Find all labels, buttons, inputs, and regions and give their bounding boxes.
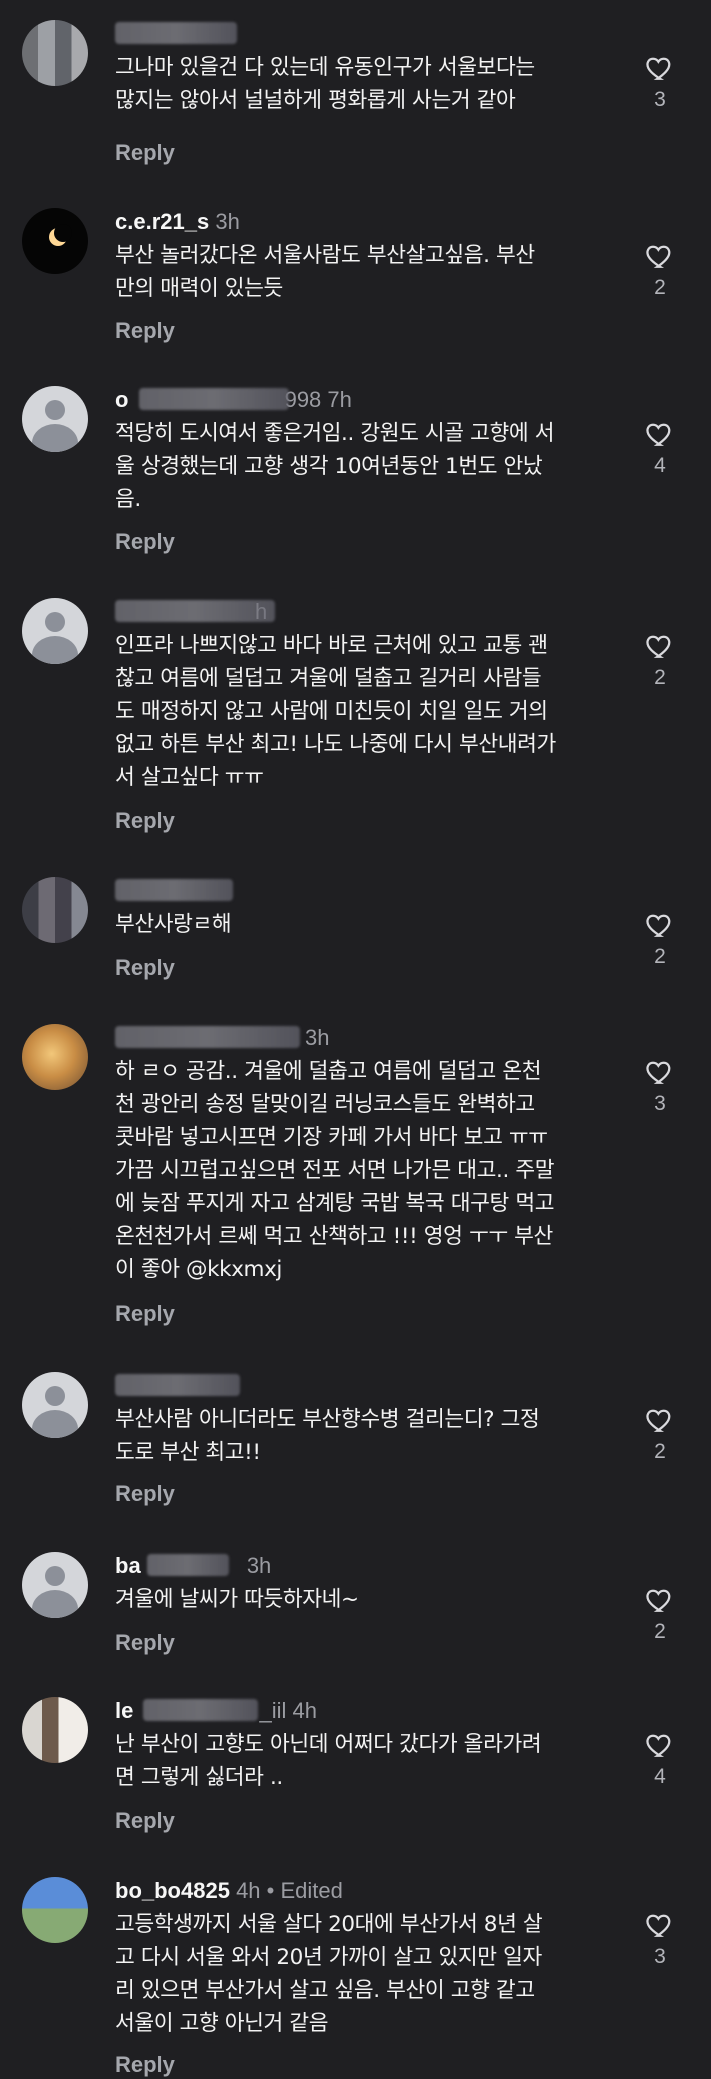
comment-time: 3h: [305, 1025, 330, 1050]
like-count: 3: [654, 88, 666, 111]
avatar[interactable]: [22, 1372, 88, 1438]
comment-time: 3h: [215, 209, 240, 234]
avatar[interactable]: [22, 598, 88, 664]
like-button[interactable]: 2: [640, 631, 680, 690]
like-count: 3: [654, 1945, 666, 1968]
comment-meta: o 998 7h: [115, 386, 352, 414]
comment-time: 998 7h: [284, 387, 352, 412]
reply-button[interactable]: Reply: [115, 317, 175, 345]
moon-icon-cutout: [54, 224, 72, 242]
reply-button[interactable]: Reply: [115, 2051, 175, 2079]
avatar[interactable]: [22, 386, 88, 452]
comment-separator: •: [266, 1878, 275, 1903]
username[interactable]: o: [115, 387, 128, 412]
person-shoulders-icon: [32, 636, 78, 664]
heart-outline-icon: [646, 1409, 671, 1432]
heart-outline-icon: [646, 914, 671, 937]
person-shoulders-icon: [32, 1590, 78, 1618]
comment-meta: bo_bo4825 4h • Edited: [115, 1877, 343, 1905]
person-head-icon: [45, 612, 65, 632]
avatar[interactable]: [22, 20, 88, 86]
heart-outline-icon: [646, 1061, 671, 1084]
comment-text: 부산 놀러갔다온 서울사람도 부산살고싶음. 부산 만의 매력이 있는듯: [115, 243, 535, 301]
like-button[interactable]: 3: [640, 1910, 680, 1969]
username[interactable]: le: [115, 1698, 133, 1723]
username[interactable]: ba: [115, 1553, 141, 1578]
like-count: 4: [654, 454, 666, 477]
heart-outline-icon: [646, 423, 671, 446]
like-button[interactable]: 3: [640, 1057, 680, 1116]
comment-meta: h: [115, 598, 275, 626]
comment-text: 겨울에 날씨가 따듯하자네~: [115, 1587, 359, 1612]
comment-text: 난 부산이 고향도 아닌데 어쩌다 갔다가 올라가려 면 그렇게 싫더라 ..: [115, 1732, 542, 1790]
heart-outline-icon: [646, 1914, 671, 1937]
person-shoulders-icon: [32, 424, 78, 452]
like-count: 2: [654, 1620, 666, 1643]
like-button[interactable]: 4: [640, 419, 680, 478]
reply-button[interactable]: Reply: [115, 1629, 175, 1657]
person-head-icon: [45, 1566, 65, 1586]
reply-button[interactable]: Reply: [115, 807, 175, 835]
comment-text: 그나마 있을건 다 있는데 유동인구가 서울보다는 많지는 않아서 널널하게 평…: [115, 55, 535, 113]
heart-outline-icon: [646, 245, 671, 268]
heart-outline-icon: [646, 57, 671, 80]
comment-text: 적당히 도시여서 좋은거임.. 강원도 시골 고향에 서 울 상경했는데 고향 …: [115, 421, 555, 512]
comment-meta: 3h: [115, 1024, 329, 1052]
person-shoulders-icon: [32, 1410, 78, 1438]
like-button[interactable]: 3: [640, 53, 680, 112]
reply-button[interactable]: Reply: [115, 139, 175, 167]
comment-meta: le _iil 4h: [115, 1697, 317, 1725]
comment-meta: ba 3h: [115, 1552, 271, 1580]
comment-text: 고등학생까지 서울 살다 20대에 부산가서 8년 살 고 다시 서울 와서 2…: [115, 1912, 543, 2036]
heart-outline-icon: [646, 635, 671, 658]
avatar[interactable]: [22, 1697, 88, 1763]
username[interactable]: c.e.r21_s: [115, 209, 209, 234]
person-head-icon: [45, 400, 65, 420]
like-count: 2: [654, 1440, 666, 1463]
like-button[interactable]: 4: [640, 1730, 680, 1789]
like-button[interactable]: 2: [640, 1585, 680, 1644]
avatar[interactable]: [22, 208, 88, 274]
username[interactable]: bo_bo4825: [115, 1878, 230, 1903]
like-count: 2: [654, 276, 666, 299]
reply-button[interactable]: Reply: [115, 1300, 175, 1328]
like-button[interactable]: 2: [640, 1405, 680, 1464]
reply-button[interactable]: Reply: [115, 954, 175, 982]
comment-time: _iil 4h: [259, 1698, 317, 1723]
like-button[interactable]: 2: [640, 910, 680, 969]
comment-text: 하 ㄹㅇ 공감.. 겨울에 덜춥고 여름에 덜덥고 온천 천 광안리 송정 달맞…: [115, 1059, 555, 1282]
reply-button[interactable]: Reply: [115, 1480, 175, 1508]
like-count: 3: [654, 1092, 666, 1115]
comment-text: 부산사랑ㄹ해: [115, 912, 232, 937]
comment-time: 4h: [236, 1878, 261, 1903]
like-count: 2: [654, 666, 666, 689]
edited-label: Edited: [280, 1878, 343, 1903]
heart-outline-icon: [646, 1734, 671, 1757]
comment-time: 3h: [246, 1553, 272, 1578]
comment-text: 인프라 나쁘지않고 바다 바로 근처에 있고 교통 괜 찮고 여름에 덜덥고 겨…: [115, 633, 556, 790]
like-count: 2: [654, 945, 666, 968]
heart-outline-icon: [646, 1589, 671, 1612]
person-head-icon: [45, 1386, 65, 1406]
like-count: 4: [654, 1765, 666, 1788]
comment-meta: c.e.r21_s 3h: [115, 208, 240, 236]
comment-text: 부산사람 아니더라도 부산향수병 걸리는디? 그정 도로 부산 최고!!: [115, 1407, 540, 1465]
avatar[interactable]: [22, 1877, 88, 1943]
reply-button[interactable]: Reply: [115, 528, 175, 556]
reply-button[interactable]: Reply: [115, 1807, 175, 1835]
like-button[interactable]: 2: [640, 241, 680, 300]
avatar[interactable]: [22, 1552, 88, 1618]
avatar[interactable]: [22, 1024, 88, 1090]
avatar[interactable]: [22, 877, 88, 943]
comment-list: 그나마 있을건 다 있는데 유동인구가 서울보다는 많지는 않아서 널널하게 평…: [0, 0, 711, 2078]
